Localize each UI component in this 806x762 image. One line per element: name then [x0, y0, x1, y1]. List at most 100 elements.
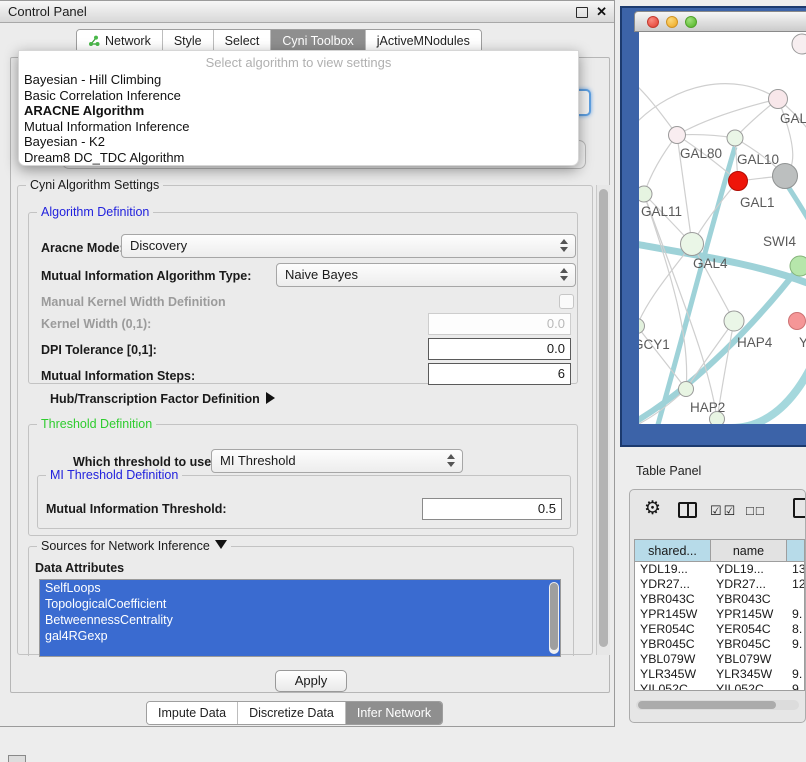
network-window-titlebar[interactable] — [634, 11, 806, 32]
table-cell: 9. — [787, 637, 805, 652]
zoom-traffic-light[interactable] — [685, 16, 697, 28]
collapse-down-icon — [215, 540, 227, 549]
column-header-a[interactable]: A — [787, 540, 805, 562]
list-scrollbar[interactable] — [549, 582, 559, 654]
table-cell: 13 — [787, 562, 805, 577]
network-node[interactable] — [792, 34, 806, 54]
cyni-algorithm-settings-group: Cyni Algorithm Settings Algorithm Defini… — [17, 185, 593, 655]
attribute-item-selfloops[interactable]: SelfLoops — [40, 580, 560, 596]
network-edge[interactable] — [639, 84, 677, 135]
tab-label: jActiveMNodules — [377, 34, 470, 48]
tab-style[interactable]: Style — [163, 30, 214, 52]
dropdown-item-aracne-algorithm[interactable]: ARACNE Algorithm — [19, 103, 578, 119]
attribute-item-partial[interactable] — [40, 644, 560, 657]
select-all-checks-icon[interactable]: ☑☑ — [710, 503, 737, 519]
network-node-gal10[interactable] — [727, 130, 743, 146]
mi-threshold-field[interactable]: 0.5 — [422, 498, 562, 520]
network-node-swi4[interactable] — [790, 256, 806, 276]
threshold-definition-group: Threshold Definition Which threshold to … — [28, 424, 578, 536]
sources-title: Sources for Network Inference — [41, 539, 210, 553]
network-node-hap4[interactable] — [724, 311, 744, 331]
dpi-tolerance-field[interactable]: 0.0 — [428, 338, 571, 360]
tab-jactivemnodules[interactable]: jActiveMNodules — [366, 30, 481, 52]
tab-label: Select — [225, 34, 260, 48]
network-node-hap2[interactable] — [679, 382, 694, 397]
mi-algorithm-type-value: Naive Bayes — [285, 267, 358, 282]
table-panel: ⚙ ☑☑ □□ shared...nameAYDL19...YDL19...13… — [629, 489, 806, 723]
table-cell: 9 — [787, 682, 805, 691]
network-node-gal4[interactable] — [681, 233, 704, 256]
float-window-icon[interactable] — [576, 7, 588, 18]
table-row[interactable]: YPR145WYPR145W9. — [635, 607, 804, 622]
tab-discretize-data[interactable]: Discretize Data — [238, 702, 346, 724]
dpi-tolerance-label: DPI Tolerance [0,1]: — [41, 343, 157, 357]
network-node-gal80[interactable] — [669, 127, 686, 144]
network-node-y[interactable] — [789, 313, 806, 330]
network-graph[interactable]: GALGAL80GAL10GAL1GAL11GAL4SWI4GCY1HAP4YH… — [639, 32, 806, 424]
mi-steps-field[interactable]: 6 — [428, 363, 571, 385]
network-edge[interactable] — [644, 135, 677, 194]
dropdown-item-dream8-dc-tdc-algorithm[interactable]: Dream8 DC_TDC Algorithm — [19, 150, 578, 166]
network-edge[interactable] — [677, 99, 778, 135]
mi-steps-label: Mutual Information Steps: — [41, 369, 195, 383]
aracne-mode-select[interactable]: Discovery — [121, 234, 576, 258]
network-node-gal11[interactable] — [639, 186, 652, 202]
table-row[interactable]: YBL079WYBL079W — [635, 652, 804, 667]
dropdown-item-mutual-information-inference[interactable]: Mutual Information Inference — [19, 119, 578, 135]
network-node-gal[interactable] — [769, 90, 788, 109]
network-node[interactable] — [773, 164, 798, 189]
gear-icon[interactable]: ⚙ — [644, 498, 661, 520]
network-edge[interactable] — [731, 369, 806, 424]
attribute-item-gal4rgexp[interactable]: gal4RGexp — [40, 628, 560, 644]
data-attributes-list[interactable]: SelfLoopsTopologicalCoefficientBetweenne… — [39, 579, 561, 657]
table-cell: YDR27... — [635, 577, 711, 592]
document-icon[interactable] — [793, 498, 806, 518]
column-header-shared[interactable]: shared... — [635, 540, 711, 562]
table-row[interactable]: YBR043CYBR043C — [635, 592, 804, 607]
table-cell: YBL079W — [635, 652, 711, 667]
bottom-left-widget-fragment[interactable] — [8, 755, 26, 762]
table-cell: YBL079W — [711, 652, 787, 667]
control-panel-titlebar: Control Panel ✕ — [0, 1, 614, 23]
sources-group: Sources for Network Inference Data Attri… — [28, 546, 574, 656]
deselect-all-checks-icon[interactable]: □□ — [746, 503, 766, 518]
table-cell — [787, 652, 805, 667]
tab-infer-network[interactable]: Infer Network — [346, 702, 442, 724]
node-label-hap4: HAP4 — [737, 335, 773, 350]
dropdown-item-bayesian-k2[interactable]: Bayesian - K2 — [19, 134, 578, 150]
columns-icon[interactable] — [678, 502, 697, 518]
table-cell — [787, 592, 805, 607]
attribute-item-topologicalcoefficient[interactable]: TopologicalCoefficient — [40, 596, 560, 612]
table-row[interactable]: YIL052CYIL052C9 — [635, 682, 804, 691]
apply-button[interactable]: Apply — [275, 670, 347, 692]
table-row[interactable]: YER054CYER054C8. — [635, 622, 804, 637]
close-icon[interactable]: ✕ — [596, 1, 607, 23]
attribute-item-betweennesscentrality[interactable]: BetweennessCentrality — [40, 612, 560, 628]
settings-scrollbar[interactable] — [596, 185, 610, 655]
minimize-traffic-light[interactable] — [666, 16, 678, 28]
dropdown-item-bayesian-hill-climbing[interactable]: Bayesian - Hill Climbing — [19, 72, 578, 88]
table-cell: YBR043C — [711, 592, 787, 607]
mi-algorithm-type-select[interactable]: Naive Bayes — [276, 263, 576, 287]
hub-definition-expander[interactable]: Hub/Transcription Factor Definition — [50, 392, 275, 406]
table-row[interactable]: YBR045CYBR045C9. — [635, 637, 804, 652]
node-label-gal1: GAL1 — [740, 195, 775, 210]
sources-collapse-toggle[interactable]: Sources for Network Inference — [37, 539, 231, 554]
column-header-name[interactable]: name — [711, 540, 787, 562]
network-node-gal1[interactable] — [729, 172, 748, 191]
table-row[interactable]: YDL19...YDL19...13 — [635, 562, 804, 577]
tab-select[interactable]: Select — [214, 30, 272, 52]
tab-impute-data[interactable]: Impute Data — [147, 702, 238, 724]
table-horizontal-scrollbar[interactable] — [636, 700, 799, 710]
network-node-gcy1[interactable] — [639, 319, 645, 334]
table-row[interactable]: YDR27...YDR27...12 — [635, 577, 804, 592]
close-traffic-light[interactable] — [647, 16, 659, 28]
tab-network[interactable]: Network — [77, 30, 163, 52]
which-threshold-select[interactable]: MI Threshold — [211, 449, 463, 473]
tab-cyni-toolbox[interactable]: Cyni Toolbox — [271, 30, 365, 52]
table-row[interactable]: YLR345WYLR345W9. — [635, 667, 804, 682]
dropdown-item-basic-correlation-inference[interactable]: Basic Correlation Inference — [19, 88, 578, 104]
stepper-arrows-icon — [560, 239, 568, 252]
network-canvas[interactable]: GALGAL80GAL10GAL1GAL11GAL4SWI4GCY1HAP4YH… — [639, 32, 806, 424]
table-cell: YPR145W — [635, 607, 711, 622]
